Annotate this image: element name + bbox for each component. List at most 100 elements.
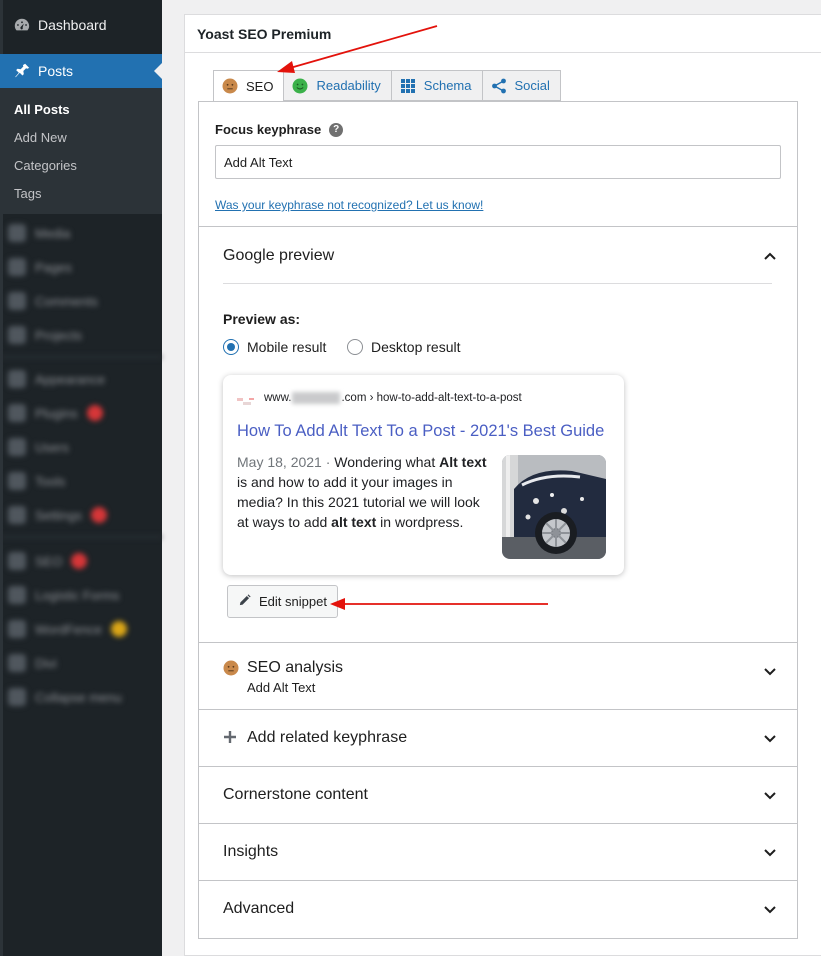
chevron-down-icon[interactable] bbox=[763, 732, 777, 746]
menu-label: Appearance bbox=[35, 371, 106, 387]
menu-item-dashboard[interactable]: Dashboard bbox=[0, 8, 162, 42]
menu-item-media[interactable]: Media bbox=[8, 224, 70, 242]
menu-label: Collapse menu bbox=[35, 689, 122, 705]
menu-item-tools[interactable]: Tools bbox=[8, 472, 65, 490]
focus-keyphrase-text: Focus keyphrase bbox=[215, 122, 322, 137]
users-icon bbox=[8, 438, 26, 456]
menu-item-collapse[interactable]: Collapse menu bbox=[8, 688, 122, 706]
divi-icon bbox=[8, 654, 26, 672]
wordfence-icon bbox=[8, 620, 26, 638]
menu-item-divi[interactable]: Divi bbox=[8, 654, 57, 672]
menu-item-projects[interactable]: Projects bbox=[8, 326, 82, 344]
face-neutral-icon bbox=[223, 660, 239, 681]
appearance-icon bbox=[8, 370, 26, 388]
menu-label: Users bbox=[35, 439, 69, 455]
serp-desc-bold: alt text bbox=[331, 514, 377, 530]
plus-icon bbox=[223, 730, 237, 749]
serp-desc-bold: Alt text bbox=[439, 454, 487, 470]
settings-icon bbox=[8, 506, 26, 524]
menu-item-plugins[interactable]: Plugins bbox=[8, 404, 103, 422]
focus-keyphrase-label: Focus keyphrase ? bbox=[215, 122, 344, 137]
seo-analysis-section[interactable]: SEO analysis Add Alt Text bbox=[199, 642, 797, 709]
tab-schema[interactable]: Schema bbox=[391, 70, 483, 101]
menu-label: Plugins bbox=[35, 405, 78, 421]
update-badge bbox=[90, 507, 107, 523]
chevron-down-icon[interactable] bbox=[763, 846, 777, 860]
tab-label: Social bbox=[514, 78, 550, 93]
advanced-section[interactable]: Advanced bbox=[199, 880, 797, 938]
submenu-all-posts[interactable]: All Posts bbox=[14, 102, 70, 117]
pushpin-icon bbox=[12, 61, 32, 81]
share-icon bbox=[491, 78, 507, 94]
metabox-title: Yoast SEO Premium bbox=[197, 26, 332, 42]
tab-seo[interactable]: SEO bbox=[213, 70, 285, 102]
face-neutral-icon bbox=[222, 78, 238, 94]
menu-label: Tools bbox=[35, 473, 66, 489]
face-smile-icon bbox=[292, 78, 308, 94]
comments-icon bbox=[8, 292, 26, 310]
chevron-down-icon[interactable] bbox=[763, 903, 777, 917]
tab-social[interactable]: Social bbox=[482, 70, 561, 101]
projects-icon bbox=[8, 326, 26, 344]
menu-item-wordfence[interactable]: WordFence bbox=[8, 620, 127, 638]
menu-item-users[interactable]: Users bbox=[8, 438, 69, 456]
collapse-icon bbox=[8, 688, 26, 706]
serp-preview-card[interactable]: www. .com › how-to-add-alt-text-to-a-post… bbox=[223, 375, 624, 575]
tab-label: Readability bbox=[316, 78, 381, 93]
menu-label: Divi bbox=[35, 655, 57, 671]
related-keyphrase-section[interactable]: Add related keyphrase bbox=[199, 709, 797, 766]
metabox-header[interactable]: Yoast SEO Premium bbox=[185, 15, 821, 53]
insights-title: Insights bbox=[223, 843, 279, 860]
menu-label-dashboard: Dashboard bbox=[38, 17, 107, 33]
google-preview-section: Google preview Preview as: Mobile result… bbox=[199, 226, 797, 642]
menu-item-comments[interactable]: Comments bbox=[8, 292, 98, 310]
radio-mobile-result[interactable]: Mobile result bbox=[223, 339, 326, 355]
tools-icon bbox=[8, 472, 26, 490]
menu-item-logistic-forms[interactable]: Logistic Forms bbox=[8, 586, 120, 604]
serp-thumbnail bbox=[502, 455, 606, 559]
serp-separator: · bbox=[321, 454, 335, 470]
insights-section[interactable]: Insights bbox=[199, 823, 797, 880]
menu-item-settings[interactable]: Settings bbox=[8, 506, 107, 524]
edit-snippet-label: Edit snippet bbox=[259, 594, 327, 609]
tab-readability[interactable]: Readability bbox=[284, 70, 392, 101]
radio-label: Desktop result bbox=[371, 339, 461, 355]
submenu-add-new[interactable]: Add New bbox=[14, 130, 67, 145]
warning-badge bbox=[110, 621, 127, 637]
radio-button-checked[interactable] bbox=[223, 339, 239, 355]
grid-icon bbox=[400, 78, 416, 94]
submenu-tags[interactable]: Tags bbox=[14, 186, 41, 201]
menu-separator bbox=[0, 536, 162, 538]
edit-snippet-button[interactable]: Edit snippet bbox=[227, 585, 338, 618]
help-icon[interactable]: ? bbox=[329, 122, 344, 137]
menu-item-pages[interactable]: Pages bbox=[8, 258, 72, 276]
cornerstone-title: Cornerstone content bbox=[223, 786, 368, 803]
radio-label: Mobile result bbox=[247, 339, 327, 355]
menu-label: Projects bbox=[35, 327, 82, 343]
menu-item-posts[interactable]: Posts bbox=[0, 54, 162, 88]
keyphrase-feedback-link[interactable]: Was your keyphrase not recognized? Let u… bbox=[215, 198, 483, 212]
menu-item-appearance[interactable]: Appearance bbox=[8, 370, 105, 388]
radio-desktop-result[interactable]: Desktop result bbox=[347, 339, 460, 355]
yoast-tabs: SEO Readability Schema Social bbox=[213, 70, 561, 102]
radio-button[interactable] bbox=[347, 339, 363, 355]
submenu-categories[interactable]: Categories bbox=[14, 158, 77, 173]
blurred-domain bbox=[292, 392, 341, 404]
google-preview-title[interactable]: Google preview bbox=[223, 247, 334, 265]
chevron-up-icon[interactable] bbox=[763, 249, 777, 263]
menu-label: Pages bbox=[35, 259, 72, 275]
menu-label: SEO bbox=[35, 553, 63, 569]
serp-url-suffix: .com › how-to-add-alt-text-to-a-post bbox=[341, 392, 522, 405]
chevron-down-icon[interactable] bbox=[763, 789, 777, 803]
focus-keyphrase-input[interactable] bbox=[215, 145, 781, 179]
forms-icon bbox=[8, 586, 26, 604]
posts-submenu: All Posts Add New Categories Tags bbox=[0, 88, 162, 214]
serp-title[interactable]: How To Add Alt Text To a Post - 2021's B… bbox=[237, 422, 604, 441]
menu-label: Logistic Forms bbox=[35, 587, 120, 603]
cornerstone-section[interactable]: Cornerstone content bbox=[199, 766, 797, 823]
section-divider bbox=[223, 283, 772, 284]
site-favicon-icon bbox=[237, 395, 255, 407]
yoast-metabox: Yoast SEO Premium SEO Readability Schema… bbox=[184, 14, 821, 956]
chevron-down-icon[interactable] bbox=[763, 665, 777, 679]
menu-item-seo[interactable]: SEO bbox=[8, 552, 88, 570]
